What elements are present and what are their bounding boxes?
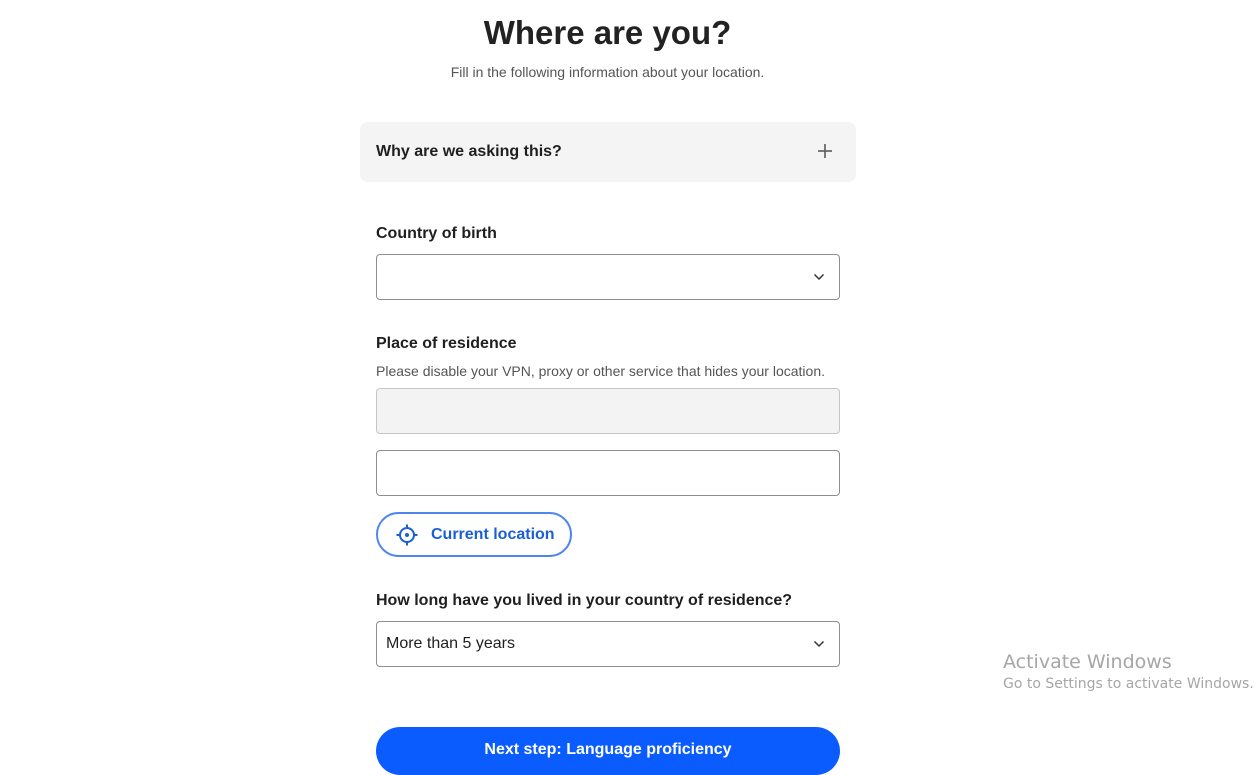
crosshair-icon bbox=[396, 524, 418, 546]
activate-windows-subtitle: Go to Settings to activate Windows. bbox=[1003, 676, 1254, 692]
faq-title: Why are we asking this? bbox=[376, 143, 562, 160]
activate-windows-title: Activate Windows bbox=[1003, 651, 1172, 673]
residence-country-field bbox=[376, 388, 840, 434]
residence-address-field[interactable] bbox=[376, 450, 840, 496]
chevron-down-icon bbox=[813, 640, 825, 648]
plus-icon[interactable] bbox=[816, 142, 834, 160]
chevron-down-icon bbox=[813, 273, 825, 281]
page-title: Where are you? bbox=[483, 14, 732, 51]
duration-select[interactable]: More than 5 years bbox=[376, 621, 840, 667]
duration-label: How long have you lived in your country … bbox=[376, 592, 793, 609]
place-of-residence-label: Place of residence bbox=[376, 335, 517, 352]
current-location-label: Current location bbox=[431, 526, 555, 543]
vpn-hint: Please disable your VPN, proxy or other … bbox=[376, 363, 826, 379]
next-step-label: Next step: Language proficiency bbox=[484, 741, 732, 758]
duration-value: More than 5 years bbox=[386, 635, 515, 652]
residence-address-input[interactable] bbox=[377, 451, 839, 495]
next-step-button[interactable]: Next step: Language proficiency bbox=[376, 727, 840, 775]
current-location-button[interactable]: Current location bbox=[376, 512, 572, 557]
page-subtitle: Fill in the following information about … bbox=[450, 64, 765, 80]
faq-why-asking[interactable]: Why are we asking this? bbox=[360, 122, 856, 182]
country-of-birth-label: Country of birth bbox=[376, 225, 497, 242]
country-of-birth-select[interactable] bbox=[376, 254, 840, 300]
